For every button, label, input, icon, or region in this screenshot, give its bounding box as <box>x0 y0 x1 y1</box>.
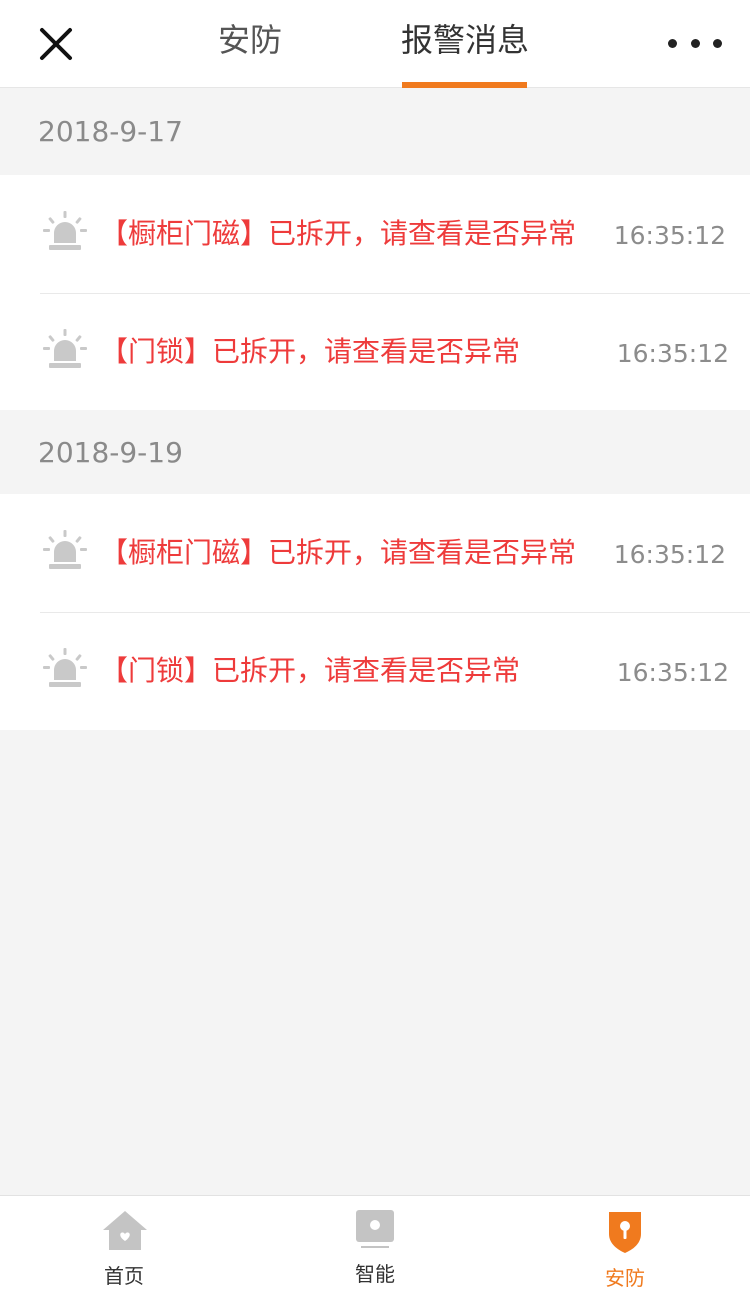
alarm-group: 【橱柜门磁】已拆开，请查看是否异常 16:35:12 【门锁】已拆开，请查看是否… <box>0 175 750 411</box>
nav-item-smart[interactable]: 智能 <box>250 1196 500 1294</box>
close-button[interactable] <box>36 24 76 64</box>
alarm-message-text: 【橱柜门磁】已拆开，请查看是否异常 <box>100 217 577 250</box>
alarm-group: 【橱柜门磁】已拆开，请查看是否异常 16:35:12 【门锁】已拆开，请查看是否… <box>0 494 750 730</box>
alarm-message-item[interactable]: 【门锁】已拆开，请查看是否异常 16:35:12 <box>0 612 750 730</box>
alarm-message-item[interactable]: 【门锁】已拆开，请查看是否异常 16:35:12 <box>0 293 750 411</box>
nav-label-smart: 智能 <box>355 1262 395 1286</box>
alarm-light-icon <box>43 530 87 569</box>
alarm-message-text: 【橱柜门磁】已拆开，请查看是否异常 <box>100 536 577 569</box>
bottom-nav: 首页 智能 安防 <box>0 1195 750 1294</box>
alarm-messages-page: 安防 报警消息 2018-9-17 【橱柜门磁】已拆开，请查看是否异常 16:3… <box>0 0 750 1294</box>
close-icon <box>40 28 72 60</box>
alarm-message-item[interactable]: 【橱柜门磁】已拆开，请查看是否异常 16:35:12 <box>0 175 750 293</box>
more-icon <box>668 38 677 48</box>
top-header: 安防 报警消息 <box>0 0 750 88</box>
tab-security[interactable]: 安防 <box>200 0 300 88</box>
active-tab-indicator <box>402 82 527 88</box>
nav-item-security[interactable]: 安防 <box>500 1196 750 1294</box>
alarm-time: 16:35:12 <box>613 221 726 250</box>
alarm-light-icon <box>43 329 87 368</box>
nav-item-home[interactable]: 首页 <box>0 1196 250 1294</box>
alarm-light-icon <box>43 648 87 687</box>
nav-label-security: 安防 <box>605 1266 645 1290</box>
alarm-light-icon <box>43 211 87 250</box>
alarm-time: 16:35:12 <box>613 540 726 569</box>
home-icon <box>103 1211 147 1250</box>
alarm-message-text: 【门锁】已拆开，请查看是否异常 <box>100 654 521 687</box>
alarm-message-item[interactable]: 【橱柜门磁】已拆开，请查看是否异常 16:35:12 <box>0 494 750 612</box>
smart-device-icon <box>356 1210 394 1248</box>
date-header: 2018-9-17 <box>0 89 750 175</box>
date-header: 2018-9-19 <box>0 410 750 496</box>
alarm-time: 16:35:12 <box>616 339 729 368</box>
security-shield-icon <box>609 1212 641 1253</box>
alarm-message-text: 【门锁】已拆开，请查看是否异常 <box>100 335 521 368</box>
alarm-time: 16:35:12 <box>616 658 729 687</box>
nav-label-home: 首页 <box>104 1264 144 1288</box>
tab-alarm-messages[interactable]: 报警消息 <box>396 0 534 88</box>
more-button[interactable] <box>668 28 722 58</box>
